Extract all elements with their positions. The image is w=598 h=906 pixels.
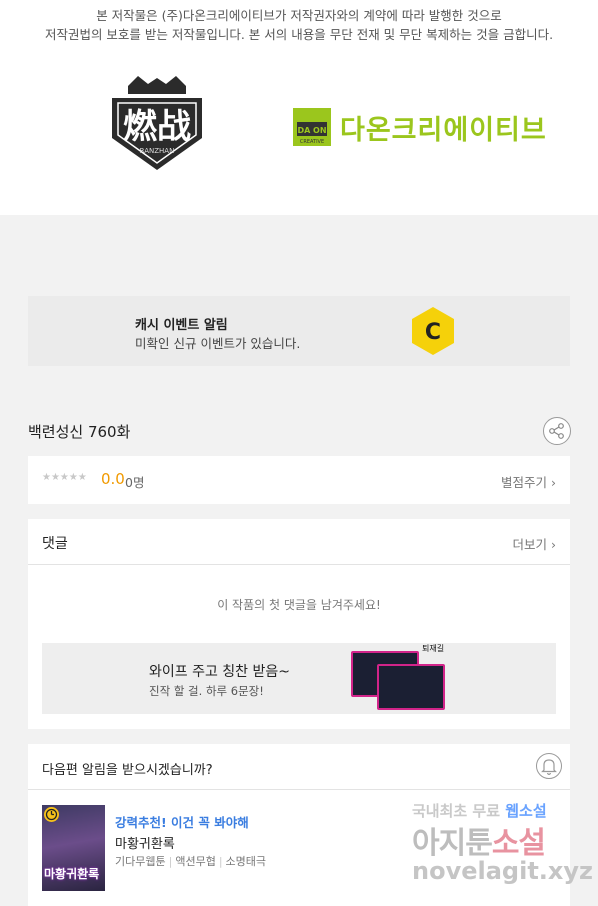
genre-tag: 소명태극	[225, 855, 267, 868]
rating-card: ★★★★★ 0.0 0명 별점주기 ›	[28, 456, 570, 504]
ad-banner-title: 와이프 주고 칭찬 받음~	[149, 664, 291, 680]
ranzhan-logo: 燃战 RANZHAN	[108, 76, 206, 172]
daon-creative-logo: DA ON CREATIVE 다온크리에이티브	[293, 106, 546, 150]
genre-tag: 기다무웹툰	[115, 855, 166, 868]
daon-logo-box: DA ON CREATIVE	[293, 108, 331, 146]
notify-question: 다음편 알림을 받으시겠습니까?	[42, 763, 213, 778]
cash-coin-icon: C	[412, 307, 454, 355]
clock-icon	[44, 807, 59, 822]
cash-event-title: 캐시 이벤트 알림	[135, 318, 228, 333]
rating-count: 0명	[125, 475, 145, 490]
recommend-title[interactable]: 마황귀환록	[115, 833, 175, 852]
cash-event-banner[interactable]: 캐시 이벤트 알림 미확인 신규 이벤트가 있습니다. C	[28, 296, 570, 366]
genre-tag: 액션무협	[175, 855, 216, 868]
copyright-line-1: 본 저작물은 (주)다온크리에이티브가 저작권자와의 계약에 따라 발행한 것으…	[96, 8, 502, 23]
svg-text:RANZHAN: RANZHAN	[140, 147, 175, 155]
episode-title: 백련성신 760화	[28, 423, 131, 441]
ad-banner-subtitle: 진작 할 걸. 하루 6문장!	[149, 684, 264, 698]
recommend-tag: 강력추천! 이건 꼭 봐야해	[115, 815, 249, 830]
notify-divider	[28, 789, 570, 790]
copyright-line-2: 저작권법의 보호를 받는 저작물입니다. 본 서의 내용을 무단 전재 및 무단…	[44, 27, 554, 42]
share-button[interactable]	[543, 417, 571, 445]
comments-divider	[28, 564, 570, 565]
rate-button[interactable]: 별점주기 ›	[501, 472, 556, 491]
share-icon	[549, 423, 564, 439]
recommend-thumbnail[interactable]: 마황귀환록	[42, 805, 105, 891]
tablet-image	[377, 664, 445, 710]
svg-text:燃战: 燃战	[123, 107, 191, 147]
ad-banner[interactable]: 와이프 주고 칭찬 받음~ 진작 할 걸. 하루 6문장! 퇴재길	[42, 643, 556, 714]
bell-icon	[541, 759, 557, 776]
notify-bell-button[interactable]	[536, 753, 562, 779]
copyright-notice: 본 저작물은 (주)다온크리에이티브가 저작권자와의 계약에 따라 발행한 것으…	[0, 6, 598, 44]
copyright-section: 본 저작물은 (주)다온크리에이티브가 저작권자와의 계약에 따라 발행한 것으…	[0, 0, 598, 215]
rating-stars: ★★★★★	[42, 472, 87, 483]
comments-card: 댓글 더보기 › 이 작품의 첫 댓글을 남겨주세요! 와이프 주고 칭찬 받음…	[28, 519, 570, 729]
comments-heading: 댓글	[42, 536, 68, 552]
svg-text:CREATIVE: CREATIVE	[300, 139, 324, 145]
recommend-genres: 기다무웹툰 | 액션무협 | 소명태극	[115, 855, 267, 868]
svg-text:DA ON: DA ON	[297, 126, 326, 135]
comments-empty-message: 이 작품의 첫 댓글을 남겨주세요!	[217, 598, 381, 612]
svg-text:C: C	[425, 320, 441, 345]
ad-banner-tag: 퇴재길	[422, 644, 445, 653]
notify-card: 다음편 알림을 받으시겠습니까? 마황귀환록 강력추천! 이건 꼭 봐야해 마황…	[28, 744, 570, 906]
comments-more-link[interactable]: 더보기 ›	[513, 534, 556, 553]
thumbnail-title: 마황귀환록	[44, 867, 100, 881]
cash-event-subtitle: 미확인 신규 이벤트가 있습니다.	[135, 336, 301, 351]
rating-score: 0.0	[101, 470, 125, 488]
daon-creative-name: 다온크리에이티브	[340, 115, 547, 146]
